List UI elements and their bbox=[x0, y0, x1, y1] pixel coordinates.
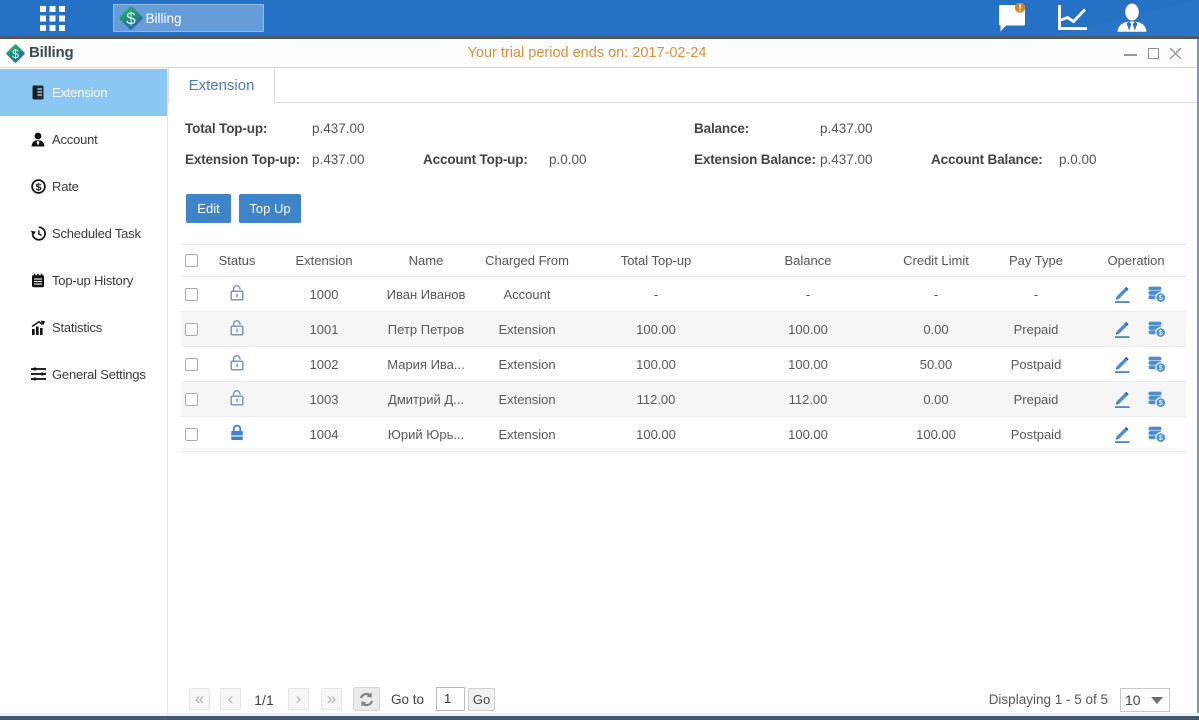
svg-text:$: $ bbox=[36, 181, 42, 193]
svg-text:$: $ bbox=[126, 9, 136, 28]
svg-text:$: $ bbox=[12, 47, 19, 61]
